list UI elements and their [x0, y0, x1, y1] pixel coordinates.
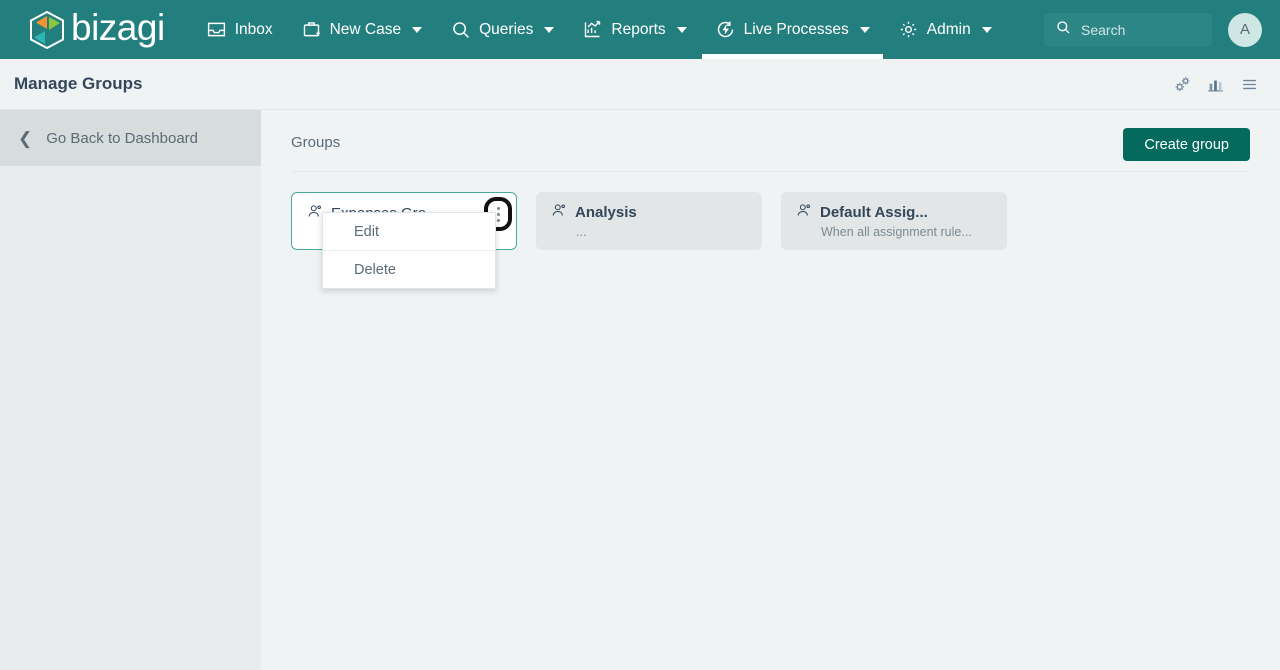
chevron-down-icon [412, 26, 423, 33]
body: ❮ Go Back to Dashboard Groups Create gro… [0, 110, 1280, 670]
chart-line-icon [582, 19, 603, 40]
sidebar: ❮ Go Back to Dashboard [0, 110, 261, 670]
chevron-down-icon [676, 26, 687, 33]
avatar-initial: A [1239, 21, 1250, 38]
chevron-left-icon: ❮ [18, 128, 33, 148]
search-icon [1055, 19, 1071, 40]
brand[interactable]: bizagi [30, 9, 165, 50]
bolt-circle-icon [715, 19, 736, 40]
nav-item-reports[interactable]: Reports [569, 0, 699, 59]
kebab-dot [496, 206, 500, 210]
nav-item-label: Inbox [234, 20, 273, 38]
header-actions [1173, 75, 1260, 94]
group-card-title-row: Analysis [550, 202, 748, 223]
group-card-title-row: Default Assig... [795, 202, 993, 223]
gear-icon [898, 19, 919, 40]
group-card-title: Analysis [575, 204, 637, 221]
top-navigation-bar: bizagi Inbox New Case Queries Reports Li… [0, 0, 1280, 59]
inbox-icon [206, 19, 227, 40]
hamburger-menu-icon[interactable] [1239, 75, 1260, 94]
group-card-subtitle: ... [576, 225, 587, 239]
group-card-default-assignment[interactable]: Default Assig... When all assignment rul… [781, 192, 1007, 250]
bar-chart-icon[interactable] [1206, 75, 1225, 94]
context-menu-item-edit[interactable]: Edit [323, 213, 495, 250]
search-icon [450, 19, 471, 40]
gears-link-icon[interactable] [1173, 75, 1192, 94]
group-card-title: Default Assig... [820, 204, 928, 221]
kebab-dot [496, 218, 500, 222]
nav-item-queries[interactable]: Queries [437, 0, 567, 59]
brand-name: bizagi [71, 7, 165, 48]
main-toolbar: Groups Create group [291, 110, 1250, 168]
bizagi-hexagon-logo [30, 10, 64, 49]
nav-item-label: Live Processes [743, 20, 849, 38]
avatar[interactable]: A [1228, 12, 1262, 47]
groups-card-list: Expenses Gro... [291, 172, 1250, 289]
create-group-button[interactable]: Create group [1123, 128, 1250, 161]
user-group-icon [550, 202, 567, 223]
kebab-dot [496, 212, 500, 216]
chevron-down-icon [859, 26, 870, 33]
nav-items: Inbox New Case Queries Reports Live Proc… [193, 0, 1044, 59]
nav-item-inbox[interactable]: Inbox [193, 0, 286, 59]
go-back-to-dashboard-button[interactable]: ❮ Go Back to Dashboard [0, 110, 261, 166]
main-content: Groups Create group Expenses Gro... [261, 110, 1280, 670]
group-card-analysis[interactable]: Analysis ... [536, 192, 762, 250]
chevron-down-icon [544, 26, 555, 33]
page-title: Manage Groups [14, 74, 143, 93]
search-input[interactable] [1081, 21, 1201, 38]
nav-item-admin[interactable]: Admin [885, 0, 1005, 59]
page-header: Manage Groups [0, 59, 1280, 110]
context-menu-item-delete[interactable]: Delete [323, 251, 495, 288]
global-search[interactable] [1044, 13, 1212, 46]
nav-item-live-processes[interactable]: Live Processes [701, 0, 883, 59]
chevron-down-icon [981, 26, 992, 33]
briefcase-plus-icon [301, 19, 322, 40]
nav-item-new-case[interactable]: New Case [288, 0, 436, 59]
nav-item-label: Queries [479, 20, 534, 38]
nav-item-label: Reports [611, 20, 666, 38]
group-context-menu: Edit Delete [322, 212, 496, 289]
nav-item-label: New Case [329, 20, 402, 38]
go-back-label: Go Back to Dashboard [46, 129, 199, 147]
user-group-icon [795, 202, 812, 223]
group-card-subtitle: When all assignment rule... [821, 225, 972, 239]
nav-item-label: Admin [926, 20, 971, 38]
section-label: Groups [291, 134, 341, 151]
user-group-icon [306, 203, 323, 224]
